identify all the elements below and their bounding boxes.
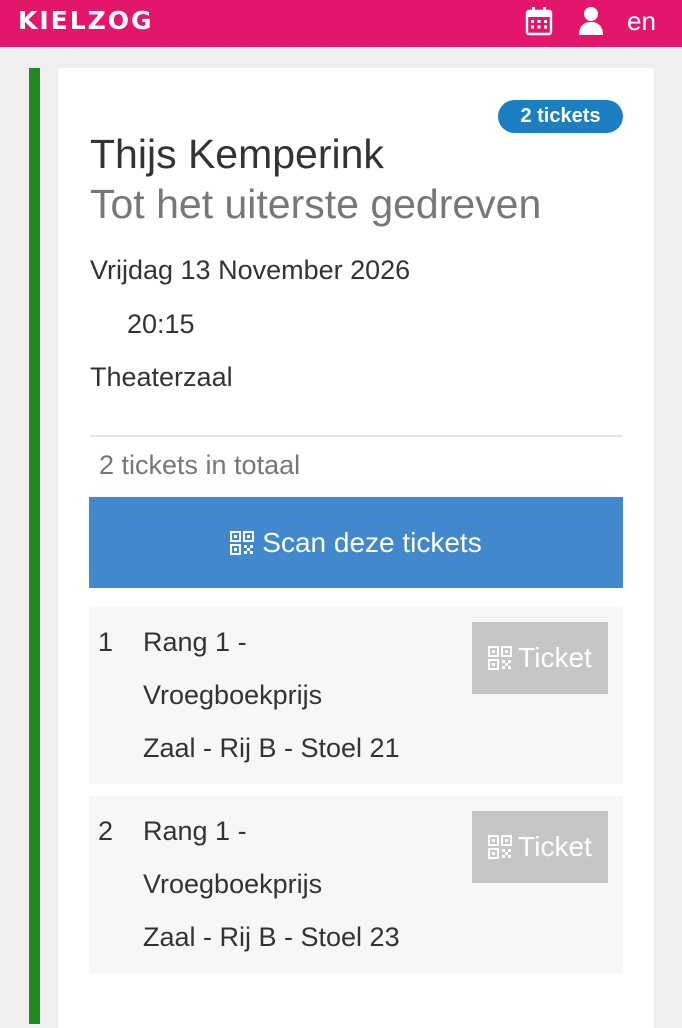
view-ticket-button[interactable]: Ticket	[472, 622, 608, 694]
ticket-count-badge: 2 tickets	[498, 100, 623, 133]
ticket-row: 2 Rang 1 - Vroegboekprijs Zaal - Rij B -…	[89, 796, 623, 973]
show-title: Tot het uiterste gedreven	[90, 181, 542, 227]
ticket-price-type: Vroegboekprijs	[143, 869, 323, 899]
ticket-rank: Rang 1 -	[143, 816, 247, 846]
view-ticket-label: Ticket	[518, 831, 592, 862]
qr-code-icon	[230, 530, 255, 555]
ticket-number: 2	[98, 816, 114, 846]
ticket-seat: Zaal - Rij B - Stoel 23	[143, 922, 400, 952]
ticket-seat: Zaal - Rij B - Stoel 21	[143, 733, 400, 763]
view-ticket-button[interactable]: Ticket	[472, 811, 608, 883]
event-venue: Theaterzaal	[90, 362, 233, 392]
calendar-icon[interactable]	[525, 6, 553, 36]
user-icon[interactable]	[577, 6, 605, 36]
event-time: 20:15	[127, 309, 195, 339]
ticket-number: 1	[98, 627, 114, 657]
scan-tickets-button[interactable]: Scan deze tickets	[89, 497, 623, 588]
divider	[90, 435, 623, 437]
language-switch[interactable]: en	[627, 6, 656, 37]
scan-tickets-label: Scan deze tickets	[262, 526, 482, 558]
ticket-rank: Rang 1 -	[143, 627, 247, 657]
qr-code-icon	[488, 835, 513, 859]
ticket-row: 1 Rang 1 - Vroegboekprijs Zaal - Rij B -…	[89, 607, 623, 784]
ticket-price-type: Vroegboekprijs	[143, 680, 323, 710]
tickets-total: 2 tickets in totaal	[99, 450, 301, 480]
status-indicator-bar	[29, 68, 40, 1024]
view-ticket-label: Ticket	[518, 642, 592, 673]
qr-code-icon	[488, 646, 513, 670]
artist-name: Thijs Kemperink	[90, 131, 384, 177]
top-navigation-bar: KIELZOG en	[0, 0, 682, 47]
event-date: Vrijdag 13 November 2026	[90, 255, 411, 285]
brand-logo[interactable]: KIELZOG	[18, 6, 154, 35]
